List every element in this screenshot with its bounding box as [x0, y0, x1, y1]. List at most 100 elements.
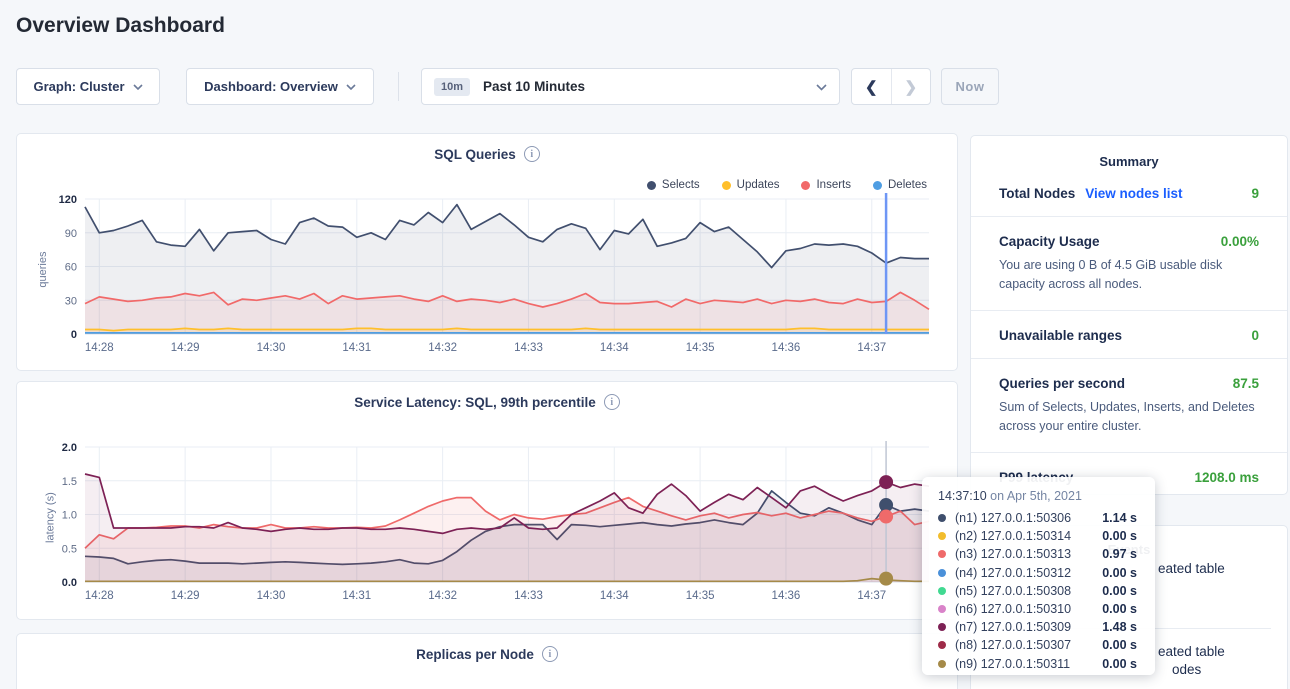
dashboard-dropdown[interactable]: Dashboard: Overview [186, 68, 374, 105]
svg-text:14:32: 14:32 [428, 342, 457, 354]
sql-queries-ylabel: queries [37, 252, 49, 288]
toolbar-divider [398, 72, 399, 101]
n6-dot-icon [938, 605, 946, 613]
unavailable-ranges-label: Unavailable ranges [999, 328, 1122, 343]
event-item[interactable]: eated table [1158, 644, 1225, 659]
tooltip-time: 14:37:10 [938, 489, 987, 503]
svg-text:14:36: 14:36 [772, 590, 801, 602]
svg-text:14:28: 14:28 [85, 590, 114, 602]
n8-dot-icon [938, 641, 946, 649]
tooltip-row-n4: (n4) 127.0.0.1:503120.00 s [938, 564, 1141, 582]
svg-text:30: 30 [65, 295, 77, 307]
svg-text:14:28: 14:28 [85, 342, 114, 354]
dashboard-dropdown-label: Dashboard: Overview [204, 79, 338, 94]
unavailable-ranges-value: 0 [1251, 328, 1259, 343]
svg-text:0.5: 0.5 [62, 543, 77, 555]
svg-text:14:34: 14:34 [600, 342, 629, 354]
capacity-usage-label: Capacity Usage [999, 234, 1100, 249]
svg-text:0.0: 0.0 [62, 577, 77, 589]
svg-text:90: 90 [65, 228, 77, 240]
chevron-down-icon [133, 84, 143, 90]
svg-text:14:37: 14:37 [857, 590, 886, 602]
info-icon[interactable]: i [604, 394, 620, 410]
time-step-arrows: ❮ ❯ [851, 68, 931, 105]
svg-text:14:30: 14:30 [257, 590, 286, 602]
page-title: Overview Dashboard [16, 14, 225, 38]
tooltip-row-n1: (n1) 127.0.0.1:503061.14 s [938, 509, 1141, 527]
sql-queries-title: SQL Queries [434, 147, 516, 162]
graph-dropdown[interactable]: Graph: Cluster [16, 68, 160, 105]
summary-row-unavailable-ranges: Unavailable ranges 0 [971, 311, 1287, 359]
qps-label: Queries per second [999, 376, 1125, 391]
svg-text:14:35: 14:35 [686, 590, 715, 602]
info-icon[interactable]: i [524, 146, 540, 162]
svg-text:14:31: 14:31 [342, 590, 371, 602]
capacity-usage-value: 0.00% [1221, 234, 1259, 249]
n7-dot-icon [938, 623, 946, 631]
next-time-button[interactable]: ❯ [892, 69, 931, 104]
service-latency-sql-99th-percentile-svg: 0.00.51.01.52.014:2814:2914:3014:3114:32… [29, 434, 945, 606]
info-icon[interactable]: i [542, 646, 558, 662]
tooltip-row-n5: (n5) 127.0.0.1:503080.00 s [938, 582, 1141, 600]
svg-text:14:32: 14:32 [428, 590, 457, 602]
svg-text:14:36: 14:36 [772, 342, 801, 354]
service-latency-ylabel: latency (s) [44, 492, 56, 543]
qps-desc: Sum of Selects, Updates, Inserts, and De… [999, 398, 1259, 437]
chevron-down-icon [816, 78, 827, 96]
svg-text:14:35: 14:35 [686, 342, 715, 354]
total-nodes-value: 9 [1251, 186, 1259, 201]
p99-latency-value: 1208.0 ms [1194, 470, 1259, 485]
n2-dot-icon [938, 532, 946, 540]
summary-title: Summary [971, 136, 1287, 169]
service-latency-plot[interactable]: latency (s) 0.00.51.01.52.014:2814:2914:… [29, 434, 945, 606]
time-range-badge: 10m [434, 78, 470, 96]
now-button[interactable]: Now [941, 68, 999, 105]
svg-text:14:31: 14:31 [342, 342, 371, 354]
tooltip-row-n2: (n2) 127.0.0.1:503140.00 s [938, 527, 1141, 545]
chart-hover-tooltip: 14:37:10 on Apr 5th, 2021 (n1) 127.0.0.1… [922, 477, 1155, 675]
svg-text:2.0: 2.0 [62, 442, 77, 454]
svg-text:120: 120 [59, 194, 77, 206]
tooltip-row-n7: (n7) 127.0.0.1:503091.48 s [938, 618, 1141, 636]
svg-text:14:34: 14:34 [600, 590, 629, 602]
svg-text:14:29: 14:29 [171, 342, 200, 354]
svg-text:0: 0 [71, 329, 77, 341]
view-nodes-list-link[interactable]: View nodes list [1085, 186, 1182, 201]
graph-dropdown-label: Graph: Cluster [33, 79, 124, 94]
chevron-down-icon [346, 84, 356, 90]
replicas-per-node-card: Replicas per Node i [16, 633, 958, 689]
sql-queries-plot[interactable]: queries 0 30 60 90 120 14:28 14:29 14:30 14:31 14… [29, 186, 945, 358]
time-range-picker[interactable]: 10m Past 10 Minutes [421, 68, 840, 105]
overview-dashboard-page: Overview Dashboard Graph: Cluster Dashbo… [0, 0, 1290, 689]
sql-queries-svg: 0 30 60 90 120 14:28 14:29 14:30 14:31 14:32 14:33… [29, 186, 945, 358]
svg-text:14:33: 14:33 [514, 590, 543, 602]
capacity-usage-desc: You are using 0 B of 4.5 GiB usable disk… [999, 256, 1259, 295]
event-item[interactable]: eated table [1158, 561, 1225, 576]
qps-value: 87.5 [1233, 376, 1259, 391]
svg-text:60: 60 [65, 262, 77, 274]
summary-row-capacity-usage: Capacity Usage 0.00% You are using 0 B o… [971, 217, 1287, 311]
service-latency-title: Service Latency: SQL, 99th percentile [354, 395, 596, 410]
svg-text:14:29: 14:29 [171, 590, 200, 602]
summary-panel: Summary Total Nodes View nodes list 9 Ca… [970, 135, 1288, 495]
svg-text:1.0: 1.0 [62, 510, 77, 522]
tooltip-row-n3: (n3) 127.0.0.1:503130.97 s [938, 545, 1141, 563]
summary-row-total-nodes: Total Nodes View nodes list 9 [971, 169, 1287, 217]
svg-text:14:37: 14:37 [857, 342, 886, 354]
tooltip-row-n9: (n9) 127.0.0.1:503110.00 s [938, 655, 1141, 673]
n3-dot-icon [938, 550, 946, 558]
svg-text:14:30: 14:30 [257, 342, 286, 354]
time-range-label: Past 10 Minutes [483, 79, 816, 94]
tooltip-row-n8: (n8) 127.0.0.1:503070.00 s [938, 636, 1141, 654]
total-nodes-label: Total Nodes [999, 186, 1075, 201]
event-item[interactable]: odes [1172, 662, 1201, 677]
tooltip-date: on Apr 5th, 2021 [990, 489, 1082, 503]
n4-dot-icon [938, 569, 946, 577]
summary-row-qps: Queries per second 87.5 Sum of Selects, … [971, 359, 1287, 453]
tooltip-row-n6: (n6) 127.0.0.1:503100.00 s [938, 600, 1141, 618]
svg-text:14:33: 14:33 [514, 342, 543, 354]
service-latency-card: Service Latency: SQL, 99th percentile i … [16, 381, 958, 620]
n9-dot-icon [938, 660, 946, 668]
n1-dot-icon [938, 514, 946, 522]
prev-time-button[interactable]: ❮ [852, 69, 892, 104]
